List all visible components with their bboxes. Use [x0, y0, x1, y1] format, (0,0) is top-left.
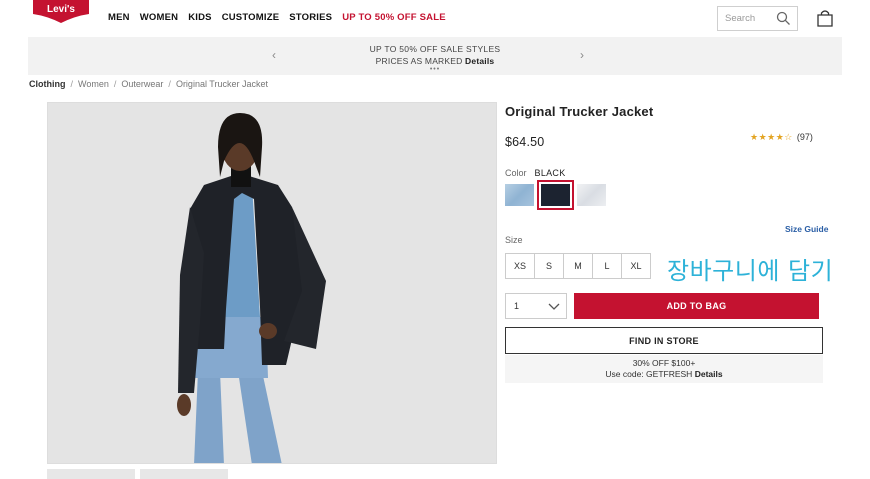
svg-text:Levi's: Levi's — [47, 4, 75, 15]
add-to-cart-annotation: 장바구니에 담기 — [667, 257, 834, 285]
promo-details-link[interactable]: Details — [465, 56, 494, 66]
product-image[interactable] — [47, 102, 497, 464]
color-label-text: Color — [505, 168, 527, 178]
offer-box: 30% OFF $100+ Use code: GETFRESH Details — [505, 355, 823, 383]
product-rating[interactable]: ★★★★☆ (97) — [750, 132, 813, 143]
promo-line1: UP TO 50% OFF SALE STYLES — [369, 44, 501, 54]
product-title: Original Trucker Jacket — [505, 104, 654, 119]
color-label: Color BLACK — [505, 168, 566, 178]
quantity-value: 1 — [514, 301, 520, 311]
size-l-button[interactable]: L — [592, 253, 622, 279]
size-label: Size — [505, 235, 523, 245]
main-nav: MEN WOMEN KIDS CUSTOMIZE STORIES UP TO 5… — [108, 12, 446, 23]
promo-carousel-dots[interactable]: ••• — [28, 66, 842, 73]
thumbnail-1[interactable] — [47, 469, 135, 479]
size-m-button[interactable]: M — [563, 253, 593, 279]
thumbnail-2[interactable] — [140, 469, 228, 479]
color-value: BLACK — [534, 168, 566, 178]
review-count[interactable]: (97) — [797, 132, 813, 142]
swatch-light-blue[interactable] — [505, 184, 534, 206]
breadcrumb: Clothing / Women / Outerwear / Original Trucke… — [29, 79, 268, 89]
top-navigation-bar: Levi's MEN WOMEN KIDS CUSTOMIZE STORIES … — [0, 0, 870, 36]
breadcrumb-outerwear[interactable]: Outerwear — [121, 79, 163, 89]
product-price: $64.50 — [505, 135, 545, 149]
offer-code-text: Use code: GETFRESH — [605, 369, 693, 379]
promo-next-arrow[interactable]: › — [580, 48, 584, 62]
find-in-store-button[interactable]: FIND IN STORE — [505, 327, 823, 354]
quantity-select[interactable]: 1 — [505, 293, 567, 319]
promo-banner: ‹ UP TO 50% OFF SALE STYLES PRICES AS MA… — [28, 37, 842, 75]
shopping-bag-icon[interactable] — [816, 9, 834, 27]
search-icon[interactable] — [776, 11, 791, 26]
search-input[interactable] — [725, 7, 781, 30]
breadcrumb-women[interactable]: Women — [78, 79, 109, 89]
size-xs-button[interactable]: XS — [505, 253, 535, 279]
thumbnail-strip — [47, 469, 228, 479]
nav-item-kids[interactable]: KIDS — [188, 12, 212, 23]
rating-stars: ★★★★☆ — [750, 132, 793, 142]
nav-item-women[interactable]: WOMEN — [140, 12, 178, 23]
size-xl-button[interactable]: XL — [621, 253, 651, 279]
color-swatches — [505, 180, 606, 210]
nav-item-stories[interactable]: STORIES — [289, 12, 332, 23]
levis-logo[interactable]: Levi's — [33, 0, 89, 23]
add-to-bag-button[interactable]: ADD TO BAG — [574, 293, 819, 319]
offer-details-link[interactable]: Details — [695, 369, 723, 379]
nav-item-customize[interactable]: CUSTOMIZE — [222, 12, 280, 23]
breadcrumb-current[interactable]: Original Trucker Jacket — [176, 79, 268, 89]
swatch-black[interactable] — [537, 180, 574, 210]
offer-line2: Use code: GETFRESH Details — [505, 369, 823, 379]
promo-line2: PRICES AS MARKED Details — [28, 56, 842, 66]
promo-line2-text: PRICES AS MARKED — [375, 56, 463, 66]
chevron-down-icon — [548, 303, 560, 310]
swatch-white[interactable] — [577, 184, 606, 206]
model-photo — [48, 103, 496, 463]
size-s-button[interactable]: S — [534, 253, 564, 279]
nav-item-men[interactable]: MEN — [108, 12, 130, 23]
size-selector: XS S M L XL — [505, 253, 651, 279]
breadcrumb-clothing[interactable]: Clothing — [29, 79, 66, 89]
search-box — [717, 6, 798, 31]
nav-item-sale[interactable]: UP TO 50% OFF SALE — [342, 12, 446, 23]
size-guide-link[interactable]: Size Guide — [785, 224, 828, 234]
offer-line1: 30% OFF $100+ — [632, 358, 696, 368]
